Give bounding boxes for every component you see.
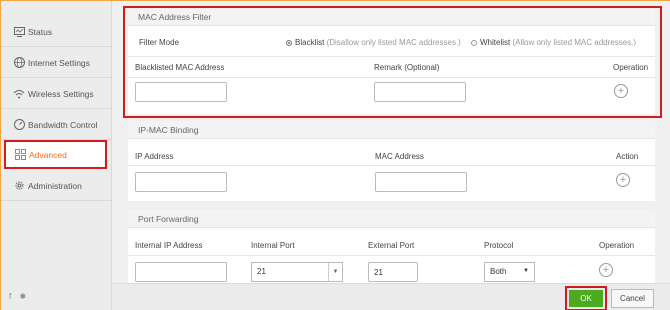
chevron-down-icon[interactable]: ▼	[328, 263, 342, 281]
sidebar-item-label: Wireless Settings	[28, 88, 94, 99]
col-internal-ip: Internal IP Address	[135, 241, 203, 250]
col-mac-address: Blacklisted MAC Address	[135, 63, 225, 72]
sidebar-item-advanced[interactable]: Advanced	[4, 140, 107, 169]
gauge-icon	[13, 119, 25, 131]
col-operation: Operation	[599, 241, 635, 250]
external-port-input[interactable]	[368, 262, 418, 282]
social-icons[interactable]: f ✱	[9, 292, 29, 301]
sidebar-item-status[interactable]: Status	[1, 17, 112, 47]
col-ip-address: IP Address	[135, 152, 174, 161]
remark-input[interactable]	[374, 82, 466, 102]
col-operation: Operation	[613, 63, 649, 72]
ip-mac-header: IP Address MAC Address Action	[128, 152, 655, 164]
blacklist-radio[interactable]: Blacklist (Disallow only listed MAC addr…	[286, 38, 461, 47]
radio-selected-icon	[286, 40, 292, 46]
ok-button[interactable]: OK	[565, 286, 607, 310]
sidebar-item-label: Status	[28, 26, 53, 37]
sidebar-item-label: Internet Settings	[28, 57, 90, 68]
gear-icon	[13, 180, 25, 192]
port-forwarding-panel: Port Forwarding Internal IP Address Inte…	[128, 210, 655, 283]
whitelist-radio[interactable]: Whitelist (Allow only listed MAC address…	[471, 38, 636, 47]
filter-mode-row: Filter Mode Blacklist (Disallow only lis…	[128, 38, 655, 50]
col-action: Action	[616, 152, 639, 161]
main-content: MAC Address Filter Filter Mode Blacklist…	[112, 1, 670, 283]
sidebar-item-label: Advanced	[29, 149, 67, 160]
col-external-port: External Port	[368, 241, 415, 250]
mac-address-input[interactable]	[135, 82, 227, 102]
sidebar: Status Internet Settings Wireless Settin…	[1, 1, 112, 310]
ip-mac-title: IP-MAC Binding	[128, 121, 655, 139]
cancel-button[interactable]: Cancel	[611, 289, 654, 308]
wifi-icon	[13, 88, 25, 100]
col-internal-port: Internal Port	[251, 241, 295, 250]
sidebar-item-internet-settings[interactable]: Internet Settings	[1, 48, 112, 78]
radio-unselected-icon	[471, 40, 477, 46]
port-forwarding-title: Port Forwarding	[128, 210, 655, 228]
footer-bar: OK Cancel	[112, 283, 670, 310]
chevron-down-icon: ▼	[523, 268, 529, 274]
sidebar-item-wireless-settings[interactable]: Wireless Settings	[1, 79, 112, 109]
internal-ip-input[interactable]	[135, 262, 227, 282]
monitor-icon	[13, 26, 25, 38]
sidebar-item-administration[interactable]: Administration	[1, 171, 112, 201]
mac-filter-title: MAC Address Filter	[128, 8, 655, 26]
col-mac-address: MAC Address	[375, 152, 424, 161]
sidebar-item-label: Bandwidth Control	[28, 119, 98, 130]
col-protocol: Protocol	[484, 241, 514, 250]
grid-icon	[14, 149, 26, 161]
sidebar-item-label: Administration	[28, 180, 82, 191]
mac-address-input[interactable]	[375, 172, 467, 192]
globe-icon	[13, 57, 25, 69]
filter-mode-label: Filter Mode	[139, 38, 180, 47]
add-icon[interactable]: +	[616, 173, 630, 187]
port-forwarding-header: Internal IP Address Internal Port Extern…	[128, 241, 655, 253]
protocol-select[interactable]: Both ▼	[484, 262, 535, 282]
ip-address-input[interactable]	[135, 172, 227, 192]
add-icon[interactable]: +	[599, 263, 613, 277]
mac-filter-panel: MAC Address Filter Filter Mode Blacklist…	[128, 8, 655, 114]
col-remark: Remark (Optional)	[374, 63, 440, 72]
sidebar-item-bandwidth-control[interactable]: Bandwidth Control	[1, 110, 112, 140]
internal-port-select[interactable]: 21 ▼	[251, 262, 343, 282]
ip-mac-panel: IP-MAC Binding IP Address MAC Address Ac…	[128, 121, 655, 201]
mac-filter-header: Blacklisted MAC Address Remark (Optional…	[128, 63, 655, 75]
add-icon[interactable]: +	[614, 84, 628, 98]
